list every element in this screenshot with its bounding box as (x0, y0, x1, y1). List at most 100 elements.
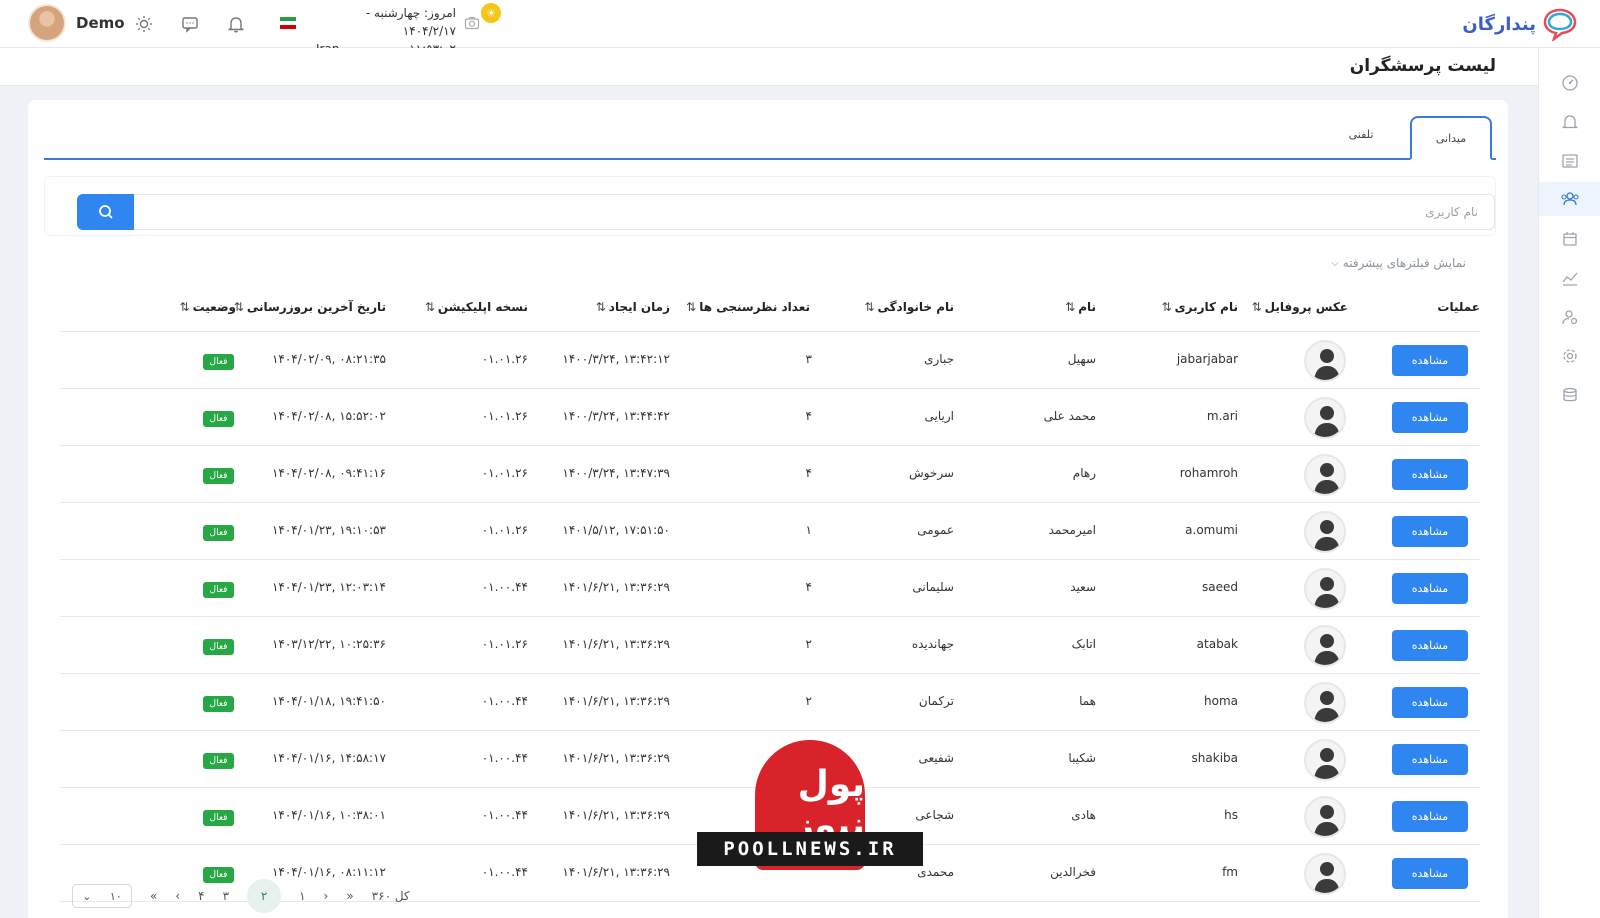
next-page-icon[interactable]: ‹ (175, 889, 180, 903)
top-bar: پندارگان Demo امروز: چهارشنبه - ۱۴۰۴/۲/۱… (0, 0, 1600, 56)
cell-first-name: اتابک (1071, 637, 1096, 651)
cell-username: atabak (1196, 637, 1238, 651)
database-icon[interactable] (1539, 378, 1600, 412)
cell-created-at: ۱۴۰۱/۶/۲۱, ۱۳:۳۶:۲۹ (562, 865, 670, 879)
tab-phone-label: تلفنی (1348, 127, 1374, 141)
tabs-underline (44, 158, 1496, 160)
user-menu[interactable]: Demo (28, 4, 125, 42)
users-icon[interactable] (1539, 182, 1600, 216)
cell-last-name: جباری (924, 352, 954, 366)
cell-app-version: ۰۱.۰۱.۲۶ (481, 466, 528, 480)
chat-icon[interactable] (180, 14, 200, 34)
tab-phone[interactable]: تلفنی (1326, 112, 1396, 156)
profile-photo (1304, 625, 1346, 667)
sort-icon: ⇅ (1161, 300, 1172, 314)
col-survey-count[interactable]: تعداد نظرسنجی ها ⇅ (686, 300, 810, 314)
table-header: عملیات عکس پروفایل ⇅ نام کاربری ⇅ نام ⇅ نام… (60, 284, 1480, 332)
search-button[interactable] (77, 194, 134, 230)
col-username[interactable]: نام کاربری ⇅ (1162, 300, 1238, 314)
dashboard-icon[interactable] (1539, 66, 1600, 100)
chart-icon[interactable] (1539, 261, 1600, 295)
prev-page-icon[interactable]: › (324, 889, 329, 903)
sort-icon: ⇅ (179, 300, 190, 314)
status-badge: فعال (203, 582, 234, 598)
cell-first-name: رهام (1072, 466, 1096, 480)
status-badge: فعال (203, 411, 234, 427)
col-last-name[interactable]: نام خانوادگی ⇅ (864, 300, 954, 314)
cell-username: rohamroh (1179, 466, 1238, 480)
camera-icon[interactable] (464, 15, 480, 31)
search-input[interactable] (131, 194, 1495, 230)
calendar-icon[interactable] (1539, 222, 1600, 256)
view-button[interactable]: مشاهده (1392, 744, 1468, 775)
notification-bell-icon[interactable] (226, 14, 246, 34)
brand-logo[interactable]: پندارگان (1462, 4, 1578, 44)
col-status[interactable]: وضعیت ⇅ (180, 300, 237, 314)
cell-first-name: سهیل (1067, 352, 1096, 366)
col-last-update[interactable]: تاریخ آخرین بروزرسانی ⇅ (234, 300, 386, 314)
speech-bubble-logo-icon (1543, 8, 1577, 41)
page-size-select[interactable]: ⌄ ۱۰ (72, 884, 132, 908)
cell-first-name: محمد علی (1043, 409, 1096, 423)
view-button[interactable]: مشاهده (1392, 402, 1468, 433)
page-1[interactable]: ۱ (299, 889, 305, 903)
advanced-filters-toggle[interactable]: نمایش فیلترهای پیشرفته ⌵ (1331, 256, 1466, 270)
first-page-icon[interactable]: » (346, 889, 353, 903)
sort-icon: ⇅ (1251, 300, 1262, 314)
view-button[interactable]: مشاهده (1392, 858, 1468, 889)
view-button[interactable]: مشاهده (1392, 630, 1468, 661)
advanced-filters-label: نمایش فیلترهای پیشرفته (1342, 256, 1466, 270)
cell-last-update: ۱۴۰۴/۰۱/۲۳, ۱۲:۰۳:۱۴ (271, 580, 386, 594)
profile-photo (1304, 682, 1346, 724)
today-date: امروز: چهارشنبه - ۱۴۰۴/۲/۱۷ (365, 6, 456, 38)
cell-first-name: شکیبا (1068, 751, 1096, 765)
bell-icon[interactable] (1539, 105, 1600, 139)
cell-survey-count: ۲ (805, 637, 812, 651)
view-button[interactable]: مشاهده (1392, 459, 1468, 490)
cell-first-name: سعید (1070, 580, 1096, 594)
profile-placeholder-icon (1314, 862, 1340, 893)
col-created-at[interactable]: زمان ایجاد ⇅ (596, 300, 670, 314)
profile-photo (1304, 796, 1346, 838)
gear-icon[interactable] (1539, 339, 1600, 373)
col-app-version[interactable]: نسخه اپلیکیشن ⇅ (425, 300, 528, 314)
cell-survey-count: ۴ (805, 580, 812, 594)
page-4[interactable]: ۴ (198, 889, 204, 903)
sidebar (1538, 48, 1600, 918)
cell-last-update: ۱۴۰۴/۰۱/۱۸, ۱۹:۴۱:۵۰ (271, 694, 386, 708)
page-current[interactable]: ۲ (247, 879, 282, 913)
cell-first-name: هادی (1071, 808, 1096, 822)
status-badge: فعال (203, 639, 234, 655)
cell-created-at: ۱۴۰۱/۵/۱۲, ۱۷:۵۱:۵۰ (562, 523, 670, 537)
cell-app-version: ۰۱.۰۱.۲۶ (481, 352, 528, 366)
profile-photo (1304, 853, 1346, 895)
view-button[interactable]: مشاهده (1392, 516, 1468, 547)
cell-created-at: ۱۴۰۱/۶/۲۱, ۱۳:۳۶:۲۹ (562, 637, 670, 651)
user-settings-icon[interactable] (1539, 300, 1600, 334)
cell-username: shakiba (1191, 751, 1238, 765)
cell-last-update: ۱۴۰۴/۰۲/۰۸, ۰۹:۴۱:۱۶ (271, 466, 386, 480)
view-button[interactable]: مشاهده (1392, 573, 1468, 604)
cell-app-version: ۰۱.۰۰.۴۴ (481, 580, 528, 594)
watermark: پول نیوز POOLLNEWS.IR (697, 740, 923, 880)
page-3[interactable]: ۳ (223, 889, 229, 903)
list-icon[interactable] (1539, 144, 1600, 178)
profile-placeholder-icon (1314, 520, 1340, 551)
status-badge: فعال (203, 525, 234, 541)
cell-app-version: ۰۱.۰۱.۲۶ (481, 637, 528, 651)
last-page-icon[interactable]: « (150, 889, 157, 903)
theme-sun-icon[interactable] (134, 14, 154, 34)
iran-flag-icon[interactable] (280, 17, 296, 29)
chevron-down-icon: ⌵ (1331, 257, 1339, 269)
view-button[interactable]: مشاهده (1392, 345, 1468, 376)
col-profile-photo[interactable]: عکس پروفایل ⇅ (1252, 300, 1348, 314)
weather-sun-icon: ☀ (481, 3, 501, 23)
col-first-name[interactable]: نام ⇅ (1065, 300, 1096, 314)
cell-last-name: جهاندیده (911, 637, 954, 651)
view-button[interactable]: مشاهده (1392, 687, 1468, 718)
tab-field[interactable]: میدانی (1410, 116, 1492, 160)
view-button[interactable]: مشاهده (1392, 801, 1468, 832)
pagination: ⌄ ۱۰ « ‹ ۴ ۳ ۲ ۱ › » کل ۳۶۰ (72, 879, 410, 913)
user-avatar[interactable] (28, 4, 66, 42)
cell-last-update: ۱۴۰۴/۰۱/۱۶, ۱۰:۳۸:۰۱ (271, 808, 386, 822)
